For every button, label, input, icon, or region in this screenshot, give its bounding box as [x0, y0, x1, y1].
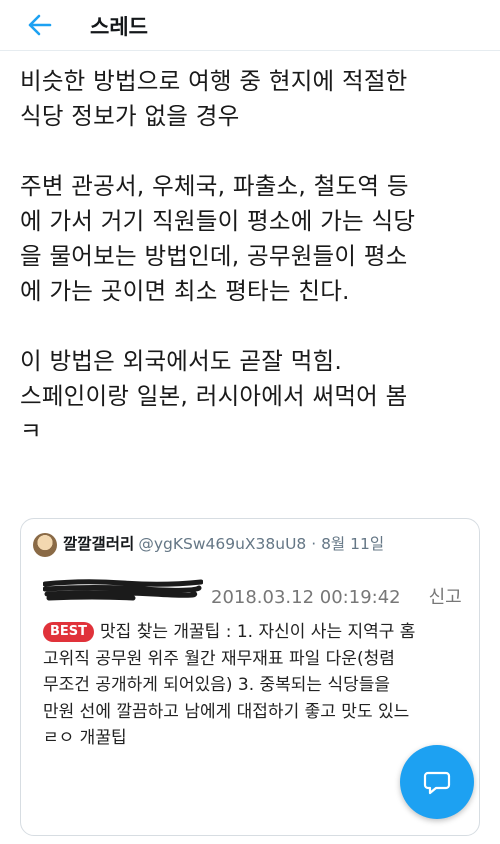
back-button[interactable] — [28, 14, 52, 36]
tweet-line: 이 방법은 외국에서도 곧잘 먹힘. — [20, 347, 343, 375]
quoted-tweet-header: 깔깔갤러리 @ygKSw469uX38uU8 · 8월 11일 — [33, 531, 384, 557]
tweet-line: 에 가서 거기 직원들이 평소에 가는 식당 — [20, 207, 416, 235]
tweet-line: 주변 관공서, 우체국, 파출소, 철도역 등 — [20, 172, 409, 200]
avatar[interactable] — [33, 532, 57, 557]
arrow-left-icon — [28, 14, 52, 36]
post-line: ㄹㅇ 개꿀팁 — [43, 728, 127, 748]
reply-bubble-icon — [423, 771, 451, 795]
tweet-line: 비슷한 방법으로 여행 중 현지에 적절한 — [20, 67, 408, 95]
tweet-line: ㅋ — [20, 417, 42, 445]
report-link[interactable]: 신고 — [429, 587, 462, 608]
post-content: BEST 맛집 찾는 개꿀팁 : 1. 자신이 사는 지역구 홈 고위직 공무원 … — [43, 619, 479, 752]
quoted-author-name: 깔깔갤러리 — [63, 535, 135, 553]
post-line: 고위직 공무원 위주 월간 재무재표 파일 다운(청렴 — [43, 648, 395, 669]
post-line: 맛집 찾는 개꿀팁 : 1. 자신이 사는 지역구 홈 — [100, 622, 416, 642]
attached-screenshot[interactable]: 2018.03.12 00:19:42 신고 BEST 맛집 찾는 개꿀팁 : 1.… — [29, 573, 479, 773]
post-datetime: 2018.03.12 00:19:42 — [211, 587, 401, 608]
page-title: 스레드 — [90, 15, 148, 39]
post-line: 무조건 공개하게 되어있음) 3. 중복되는 식당들을 — [43, 675, 391, 695]
tweet-line: 스페인이랑 일본, 러시아에서 써먹어 봄 — [20, 382, 408, 410]
quoted-handle-date: @ygKSw469uX38uU8 · 8월 11일 — [138, 535, 385, 553]
post-line: 만원 선에 깔끔하고 남에게 대접하기 좋고 맛도 있느 — [43, 701, 410, 722]
tweet-line — [20, 134, 490, 169]
reply-fab-button[interactable] — [400, 745, 474, 819]
tweet-line: 에 가는 곳이면 최소 평타는 친다. — [20, 277, 350, 305]
post-meta: 2018.03.12 00:19:42 신고 — [211, 583, 462, 609]
best-badge: BEST — [43, 622, 95, 642]
redaction-scribble — [43, 579, 203, 601]
tweet-line: 식당 정보가 없을 경우 — [20, 102, 240, 130]
tweet-line: 을 물어보는 방법인데, 공무원들이 평소 — [20, 242, 408, 270]
tweet-text: 비슷한 방법으로 여행 중 현지에 적절한 식당 정보가 없을 경우 주변 관공… — [20, 64, 490, 449]
tweet-line — [20, 309, 490, 344]
post-line-first: BEST 맛집 찾는 개꿀팁 : 1. 자신이 사는 지역구 홈 — [43, 619, 479, 646]
top-bar: 스레드 — [0, 0, 500, 51]
